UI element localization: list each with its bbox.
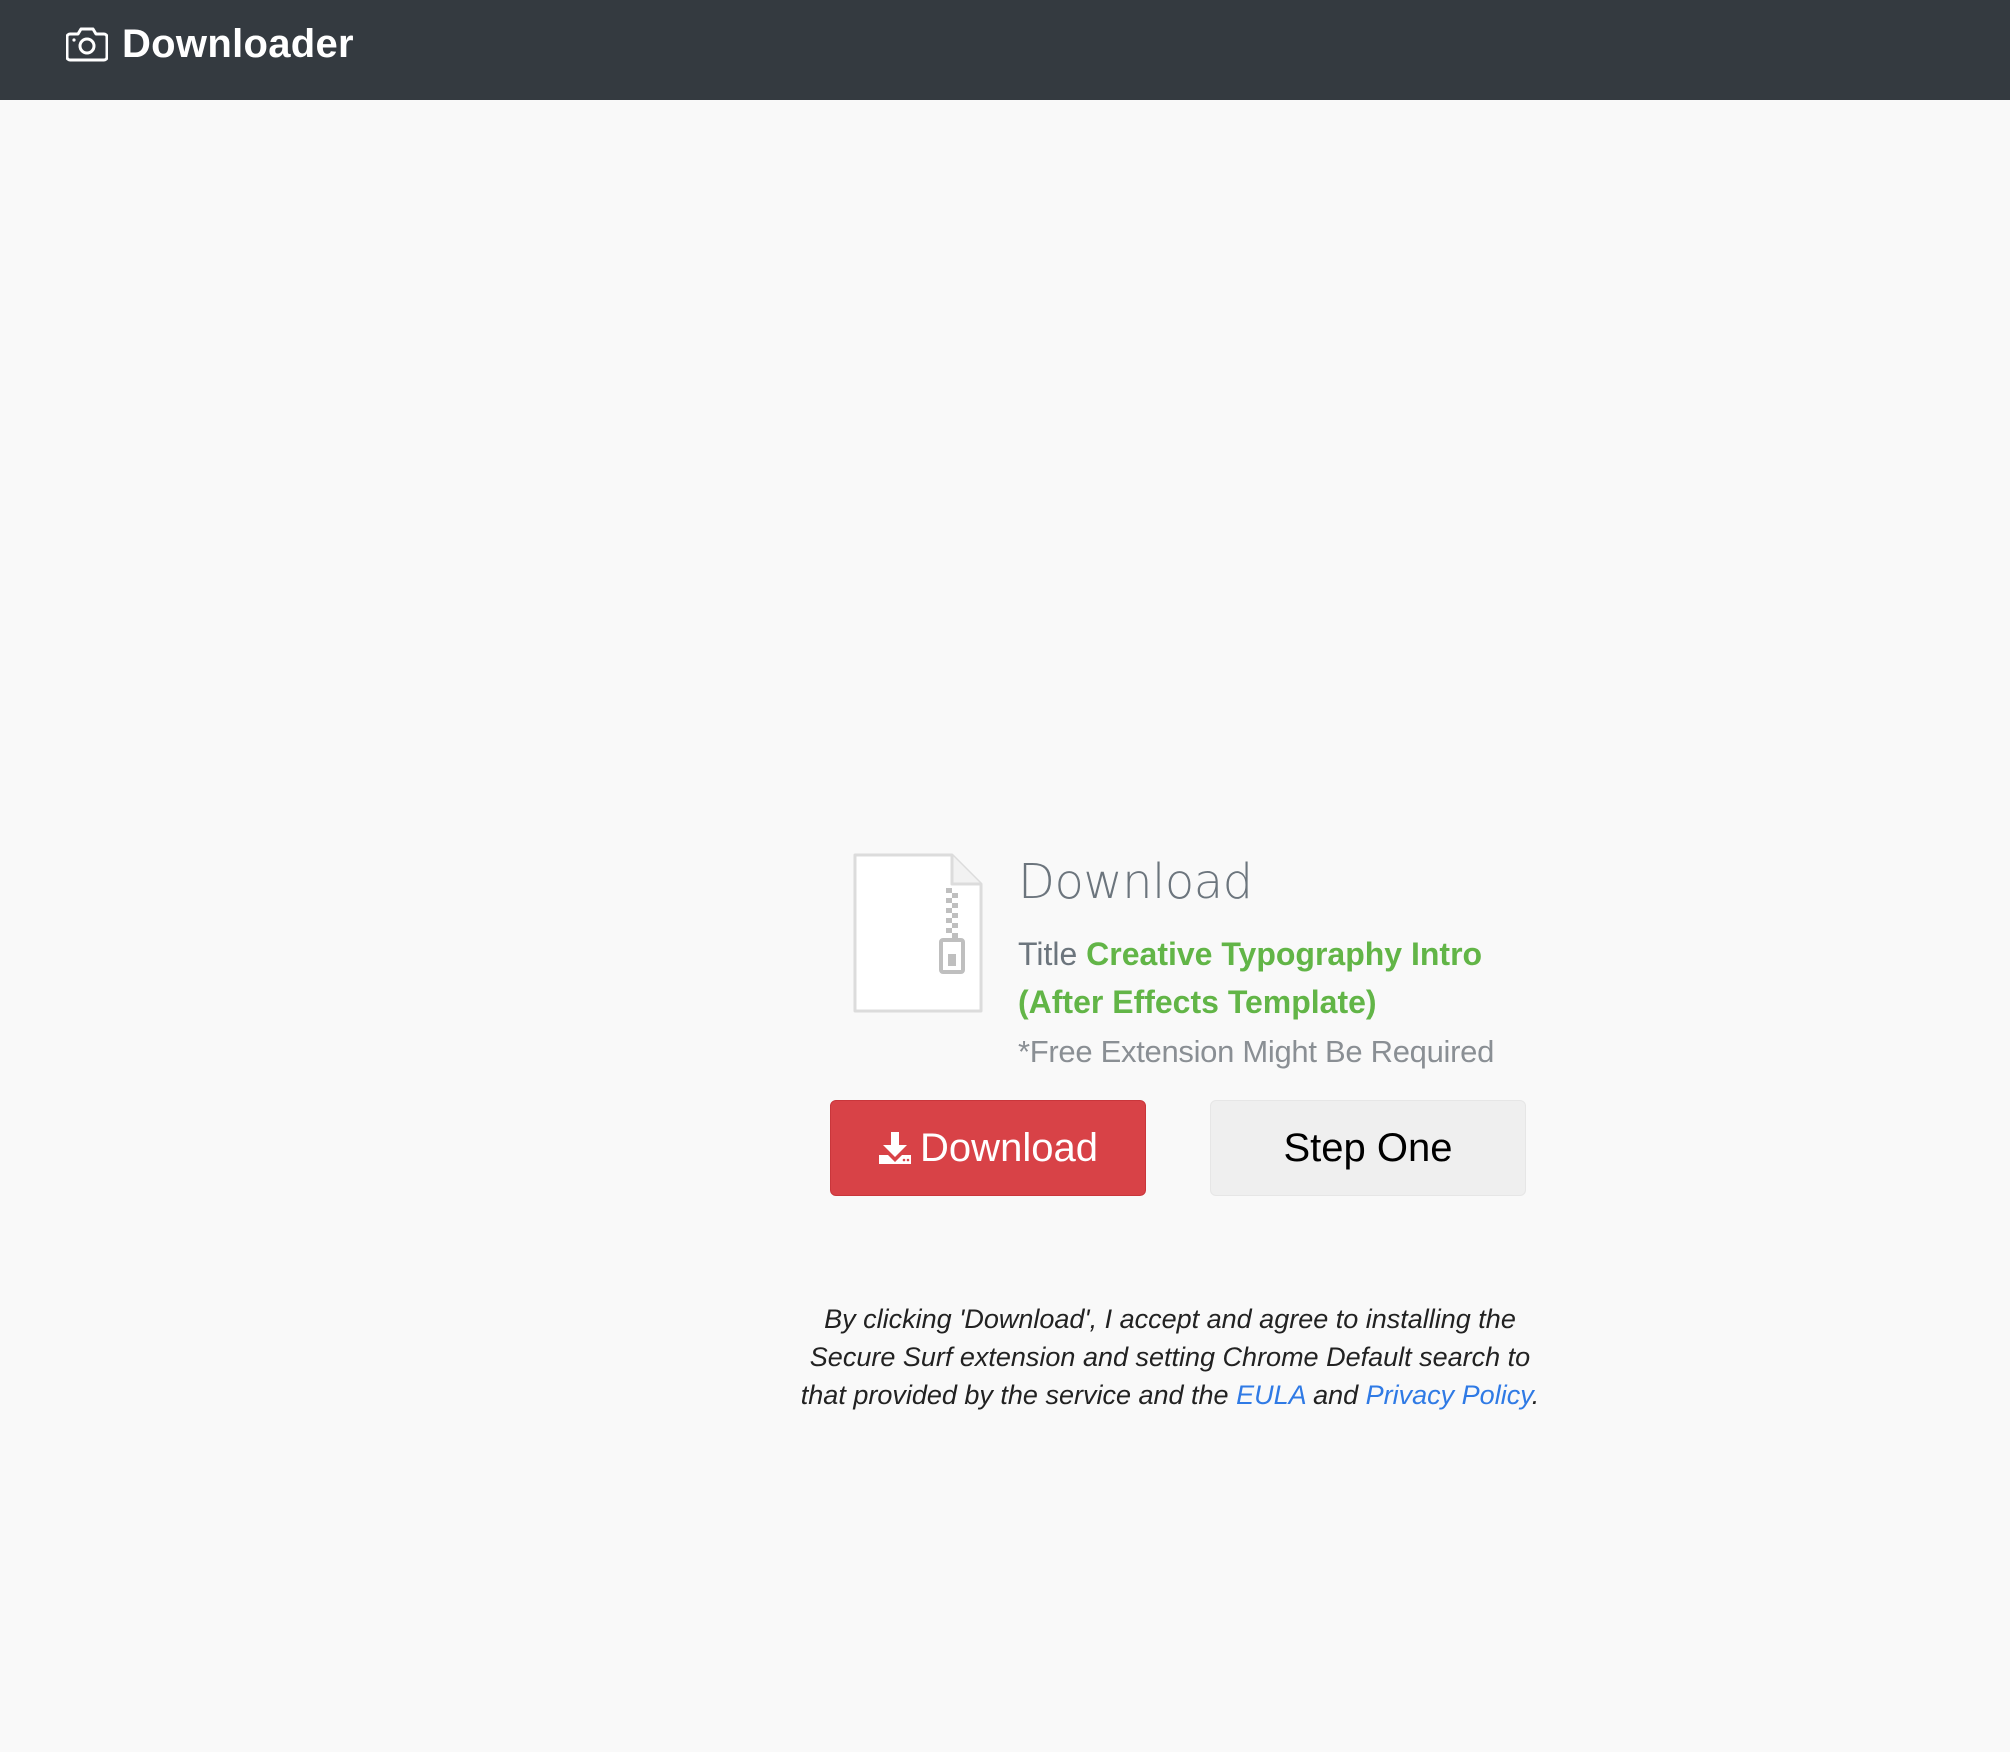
extension-note: *Free Extension Might Be Required	[1018, 1034, 1495, 1069]
step-one-label: Step One	[1283, 1125, 1453, 1170]
eula-link[interactable]: EULA	[1236, 1380, 1306, 1410]
disclaimer-period: .	[1531, 1380, 1540, 1410]
step-one-button[interactable]: Step One	[1210, 1100, 1526, 1196]
file-info: Download Title Creative Typography Intro…	[1018, 850, 1538, 1074]
privacy-policy-link[interactable]: Privacy Policy	[1366, 1380, 1532, 1410]
brand-link[interactable]: Downloader	[65, 21, 354, 67]
disclaimer: By clicking 'Download', I accept and agr…	[790, 1300, 1550, 1414]
download-button-label: Download	[920, 1125, 1098, 1170]
download-button[interactable]: Download	[830, 1100, 1146, 1196]
zip-file-icon	[852, 852, 984, 1014]
camera-icon	[65, 26, 109, 62]
brand-text: Downloader	[122, 21, 354, 66]
download-icon	[878, 1131, 920, 1165]
download-heading: Download	[1018, 854, 1253, 910]
file-title: Creative Typography Intro (After Effects…	[1018, 936, 1483, 1020]
disclaimer-and: and	[1305, 1380, 1366, 1410]
title-label: Title	[1018, 936, 1078, 972]
navbar: Downloader	[0, 0, 2010, 100]
title-line: Title Creative Typography Intro (After E…	[1018, 930, 1538, 1026]
